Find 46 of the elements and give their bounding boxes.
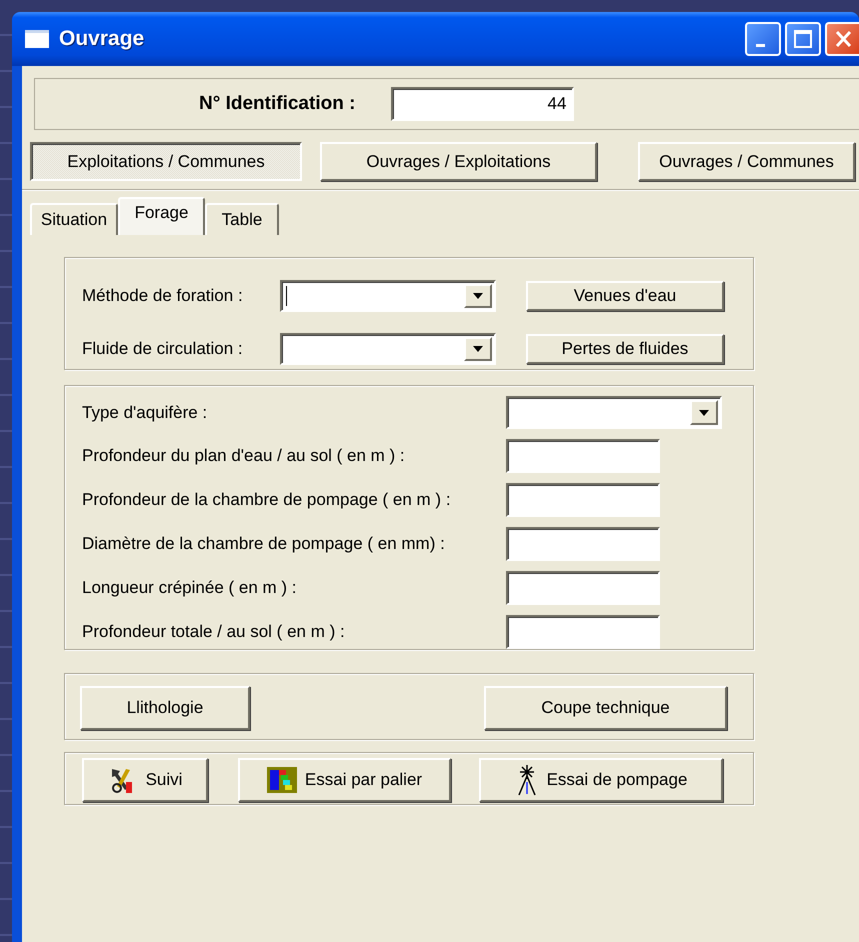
field-label: Méthode de foration : [82, 286, 244, 306]
identification-field[interactable]: 44 [391, 87, 574, 121]
identification-label: N° Identification : [199, 93, 356, 115]
close-icon [833, 29, 853, 49]
nav-button[interactable]: Ouvrages / Communes [638, 142, 855, 181]
field-label: Fluide de circulation : [82, 338, 244, 359]
minimize-icon [756, 44, 764, 46]
tab[interactable]: Situation [30, 203, 118, 235]
window-icon [25, 30, 49, 48]
action-button[interactable]: Essai par palier [238, 758, 451, 802]
dropdown-arrow-icon [699, 410, 709, 416]
field-label: Profondeur de la chambre de pompage ( en m ) : [82, 490, 452, 510]
action-button[interactable]: Venues d'eau [526, 281, 724, 312]
input-field[interactable] [506, 483, 660, 518]
nav-button[interactable]: Exploitations / Communes [30, 142, 302, 181]
dropdown-field[interactable] [280, 332, 496, 365]
input-field[interactable] [506, 614, 660, 649]
dropdown-button[interactable] [464, 336, 492, 361]
field-label: Profondeur du plan d'eau / au sol ( en m ) : [82, 446, 406, 466]
action-button[interactable]: Llithologie [80, 686, 250, 730]
close-button[interactable] [825, 22, 859, 56]
dropdown-field[interactable] [280, 280, 496, 312]
field-label: Profondeur totale / au sol ( en m ) : [82, 622, 346, 642]
input-field[interactable] [506, 570, 660, 605]
maximize-icon [793, 29, 813, 49]
action-button[interactable]: Suivi [82, 758, 208, 802]
action-button[interactable]: Pertes de fluides [526, 334, 724, 364]
nav-button[interactable]: Ouvrages / Exploitations [320, 142, 597, 181]
dropdown-arrow-icon [473, 293, 483, 300]
maximize-button[interactable] [785, 22, 821, 56]
dropdown-field[interactable] [506, 396, 722, 430]
field-label: Longueur crépinée ( en m ) : [82, 578, 298, 598]
field-label: Type d'aquifère : [82, 402, 208, 423]
tab[interactable]: Forage [118, 197, 205, 235]
input-field[interactable] [506, 526, 660, 561]
minimize-button[interactable] [745, 22, 781, 56]
field-label: Diamètre de la chambre de pompage ( en mm) : [82, 534, 446, 554]
window-title: Ouvrage [59, 27, 144, 51]
dropdown-button[interactable] [690, 400, 718, 426]
dropdown-button[interactable] [464, 284, 492, 308]
dropdown-arrow-icon [473, 346, 483, 352]
input-field[interactable] [506, 439, 660, 474]
action-button[interactable]: Coupe technique [484, 686, 727, 730]
color-bars-icon [266, 765, 297, 795]
tab[interactable]: Table [205, 203, 279, 235]
action-button[interactable]: Essai de pompage [479, 758, 723, 802]
